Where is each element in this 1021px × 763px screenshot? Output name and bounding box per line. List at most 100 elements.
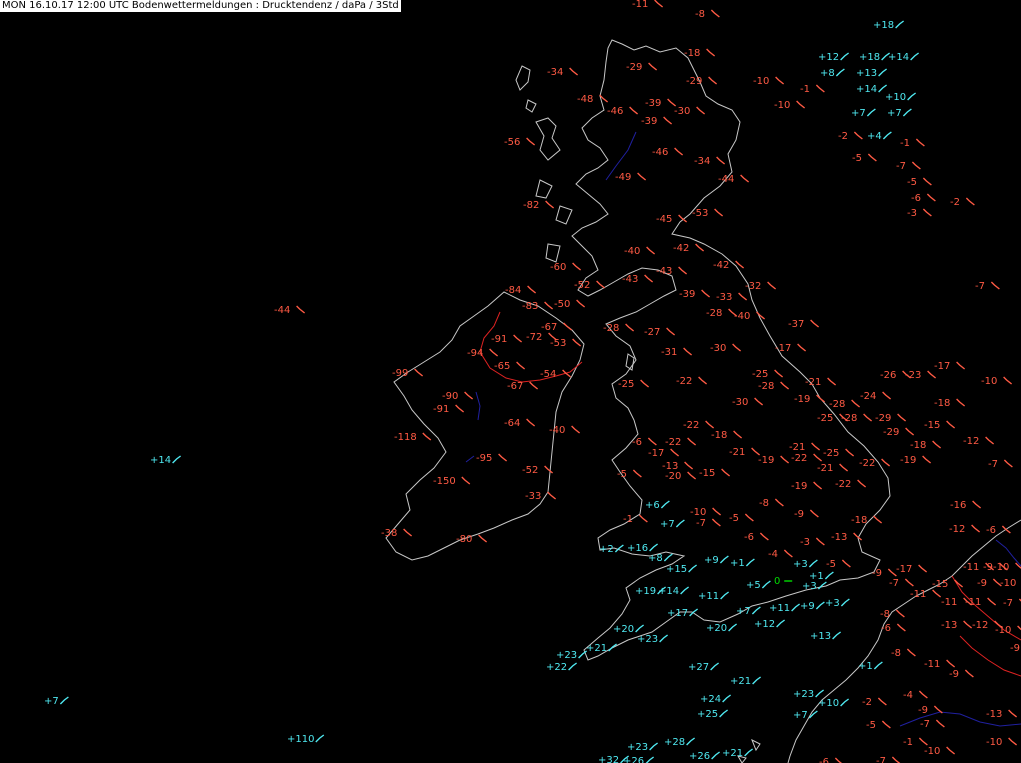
tendency-value: -15 xyxy=(699,468,715,479)
station-observation: -52 xyxy=(574,280,606,291)
tendency-value: -6 xyxy=(744,532,754,543)
tendency-value: +22 xyxy=(546,662,567,673)
tendency-value: -12 xyxy=(949,524,965,535)
station-observation: +14 xyxy=(888,52,920,63)
station-observation: +8 xyxy=(820,68,845,79)
station-observation: -8 xyxy=(695,9,720,20)
tendency-value: +21 xyxy=(730,676,751,687)
tendency-value: +6 xyxy=(645,500,660,511)
tendency-value: -28 xyxy=(758,381,774,392)
tendency-value: -3 xyxy=(907,208,917,219)
falling-tendency-icon xyxy=(571,425,581,434)
falling-tendency-icon xyxy=(714,208,724,217)
station-observation: +7 xyxy=(851,108,876,119)
falling-tendency-icon xyxy=(873,515,883,524)
station-observation: +13 xyxy=(856,68,888,79)
tendency-value: -26 xyxy=(880,370,896,381)
falling-tendency-icon xyxy=(816,394,826,403)
station-observation: -46 xyxy=(652,147,684,158)
tendency-value: +13 xyxy=(856,68,877,79)
falling-tendency-icon xyxy=(915,138,925,147)
station-observation: -19 xyxy=(791,481,823,492)
station-observation: -17 xyxy=(896,564,928,575)
tendency-value: -18 xyxy=(711,430,727,441)
station-observation: -32 xyxy=(745,281,777,292)
rising-tendency-icon xyxy=(660,500,670,509)
tendency-value: -82 xyxy=(523,200,539,211)
falling-tendency-icon xyxy=(863,413,873,422)
tendency-value: -25 xyxy=(817,413,833,424)
falling-tendency-icon xyxy=(733,430,743,439)
tendency-value: -21 xyxy=(817,463,833,474)
tendency-value: -42 xyxy=(673,243,689,254)
tendency-value: -9 xyxy=(983,562,993,573)
tendency-value: -22 xyxy=(665,437,681,448)
station-observation: +5 xyxy=(746,580,771,591)
tendency-value: +26 xyxy=(689,751,710,762)
rising-tendency-icon xyxy=(649,543,659,552)
tendency-value: -38 xyxy=(381,528,397,539)
tendency-value: -1 xyxy=(903,737,913,748)
rising-tendency-icon xyxy=(172,455,182,464)
station-observation: +23 xyxy=(637,634,669,645)
tendency-value: -65 xyxy=(494,361,510,372)
tendency-value: -10 xyxy=(924,746,940,757)
falling-tendency-icon xyxy=(918,690,928,699)
tendency-value: -43 xyxy=(656,266,672,277)
station-observation: +10 xyxy=(818,698,850,709)
station-observation: -40 xyxy=(624,246,656,257)
falling-tendency-icon xyxy=(498,453,508,462)
tendency-value: -49 xyxy=(615,172,631,183)
tendency-value: -22 xyxy=(683,420,699,431)
station-observation: -94 xyxy=(467,348,499,359)
rising-tendency-icon xyxy=(808,710,818,719)
falling-tendency-icon xyxy=(648,62,658,71)
tendency-value: -94 xyxy=(467,348,483,359)
falling-tendency-icon xyxy=(895,609,905,618)
falling-tendency-icon xyxy=(403,528,413,537)
station-observation: -27 xyxy=(644,327,676,338)
station-observation: -64 xyxy=(504,418,536,429)
tendency-value: -13 xyxy=(986,709,1002,720)
tendency-value: -95 xyxy=(476,453,492,464)
tendency-value: +8 xyxy=(820,68,835,79)
falling-tendency-icon xyxy=(687,471,697,480)
tendency-value: -39 xyxy=(641,116,657,127)
station-observation: -21 xyxy=(817,463,849,474)
falling-tendency-icon xyxy=(759,532,769,541)
station-observation: -46 xyxy=(607,106,639,117)
station-observation: -91 xyxy=(491,334,523,345)
rising-tendency-icon xyxy=(791,603,801,612)
falling-tendency-icon xyxy=(710,9,720,18)
station-observation: -6 xyxy=(881,623,906,634)
tendency-value: -28 xyxy=(841,413,857,424)
tendency-value: -17 xyxy=(648,448,664,459)
station-observation: -65 xyxy=(494,361,526,372)
rising-tendency-icon xyxy=(59,696,69,705)
falling-tendency-icon xyxy=(516,361,526,370)
tendency-value: -11 xyxy=(632,0,648,10)
station-observation: -7 xyxy=(696,518,721,529)
station-observation: -42 xyxy=(713,260,745,271)
rising-tendency-icon xyxy=(744,748,754,757)
falling-tendency-icon xyxy=(911,161,921,170)
tendency-value: -9 xyxy=(949,669,959,680)
tendency-value: -15 xyxy=(924,420,940,431)
observations-layer: -11-8+18-18 +12 +18 +14-34 -29+8 +13-29 -10-1 +… xyxy=(44,0,1021,763)
station-observation: -67 xyxy=(541,322,573,333)
tendency-value: -21 xyxy=(729,447,745,458)
station-observation: -10 xyxy=(993,562,1021,573)
station-observation: -29 xyxy=(626,62,658,73)
tendency-value: +1 xyxy=(858,661,873,672)
station-observation: -10 xyxy=(995,625,1021,636)
station-observation: -39 xyxy=(679,289,711,300)
rising-tendency-icon xyxy=(608,643,618,652)
station-observation: -44 xyxy=(274,305,306,316)
falling-tendency-icon xyxy=(775,76,785,85)
falling-tendency-icon xyxy=(813,481,823,490)
falling-tendency-icon xyxy=(751,447,761,456)
station-observation: -5 xyxy=(617,469,642,480)
station-observation: -2 xyxy=(950,197,975,208)
station-observation: -11 xyxy=(910,589,942,600)
station-observation: -49 xyxy=(615,172,647,183)
